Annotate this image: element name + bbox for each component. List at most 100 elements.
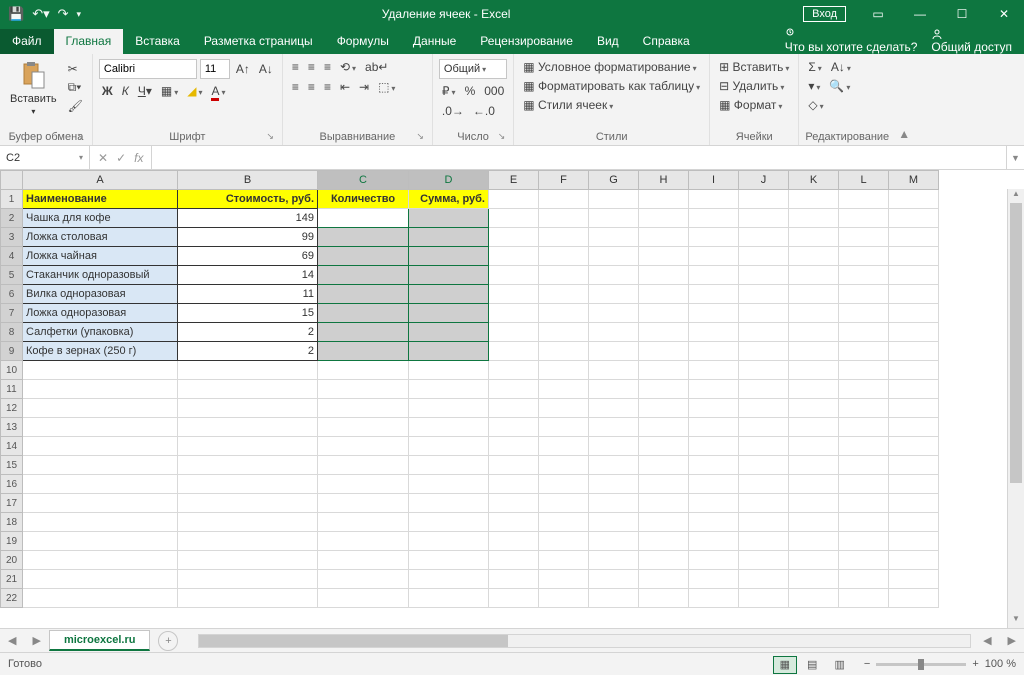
horizontal-scrollbar[interactable] xyxy=(198,634,971,648)
cell[interactable] xyxy=(178,418,318,437)
cell[interactable] xyxy=(689,589,739,608)
cell[interactable] xyxy=(639,399,689,418)
cell[interactable] xyxy=(409,342,489,361)
redo-icon[interactable]: ↷ xyxy=(58,6,69,22)
fx-icon[interactable]: fx xyxy=(134,151,143,165)
cell[interactable] xyxy=(539,190,589,209)
cell[interactable] xyxy=(639,247,689,266)
cell[interactable] xyxy=(889,266,939,285)
cell[interactable] xyxy=(689,475,739,494)
cell[interactable] xyxy=(739,266,789,285)
cell[interactable] xyxy=(789,513,839,532)
cell[interactable] xyxy=(409,532,489,551)
cell[interactable] xyxy=(589,456,639,475)
cell[interactable]: Вилка одноразовая xyxy=(23,285,178,304)
collapse-ribbon-icon[interactable]: ▲ xyxy=(895,54,913,145)
cell[interactable] xyxy=(489,209,539,228)
cell[interactable] xyxy=(23,399,178,418)
cell[interactable] xyxy=(839,418,889,437)
cell[interactable] xyxy=(589,285,639,304)
cell[interactable]: Стаканчик одноразовый xyxy=(23,266,178,285)
ribbon-display-icon[interactable]: ▭ xyxy=(858,0,898,28)
cell[interactable] xyxy=(489,247,539,266)
row-header[interactable]: 17 xyxy=(1,494,23,513)
cell[interactable]: Ложка столовая xyxy=(23,228,178,247)
cell[interactable] xyxy=(589,247,639,266)
sheet-nav-next-icon[interactable]: ▶ xyxy=(24,634,48,647)
row-header[interactable]: 21 xyxy=(1,570,23,589)
cell[interactable] xyxy=(789,551,839,570)
undo-icon[interactable]: ↶▾ xyxy=(32,6,49,22)
align-center-icon[interactable]: ≡ xyxy=(305,79,318,95)
cell[interactable] xyxy=(539,551,589,570)
cell[interactable] xyxy=(689,247,739,266)
row-header[interactable]: 3 xyxy=(1,228,23,247)
cell[interactable] xyxy=(318,342,409,361)
cell[interactable] xyxy=(589,190,639,209)
cell[interactable]: 15 xyxy=(178,304,318,323)
delete-cells-button[interactable]: ⊟ Удалить xyxy=(716,78,787,94)
cell[interactable] xyxy=(489,380,539,399)
cell[interactable] xyxy=(539,209,589,228)
signin-button[interactable]: Вход xyxy=(803,6,846,22)
cell[interactable] xyxy=(789,285,839,304)
row-header[interactable]: 18 xyxy=(1,513,23,532)
cell[interactable] xyxy=(739,361,789,380)
cell[interactable] xyxy=(489,190,539,209)
cell[interactable] xyxy=(889,228,939,247)
cell[interactable] xyxy=(409,304,489,323)
font-name-input[interactable] xyxy=(99,59,197,79)
cell[interactable] xyxy=(889,570,939,589)
cell[interactable] xyxy=(489,475,539,494)
cell[interactable] xyxy=(889,190,939,209)
cell[interactable] xyxy=(839,589,889,608)
cell[interactable] xyxy=(589,266,639,285)
cell[interactable] xyxy=(789,399,839,418)
cell[interactable] xyxy=(689,418,739,437)
cell[interactable] xyxy=(539,494,589,513)
select-all-corner[interactable] xyxy=(1,171,23,190)
cell[interactable] xyxy=(639,190,689,209)
close-icon[interactable]: ✕ xyxy=(984,0,1024,28)
cell[interactable] xyxy=(23,532,178,551)
cell[interactable] xyxy=(739,323,789,342)
align-bottom-icon[interactable]: ≡ xyxy=(321,59,334,75)
cell[interactable] xyxy=(839,228,889,247)
tab-formulas[interactable]: Формулы xyxy=(325,29,401,54)
cell[interactable] xyxy=(689,513,739,532)
cell[interactable] xyxy=(409,228,489,247)
row-header[interactable]: 10 xyxy=(1,361,23,380)
cell[interactable] xyxy=(639,532,689,551)
cell[interactable] xyxy=(318,532,409,551)
cell[interactable] xyxy=(789,247,839,266)
insert-cells-button[interactable]: ⊞ Вставить xyxy=(716,59,792,75)
cell[interactable] xyxy=(739,285,789,304)
cell[interactable] xyxy=(739,456,789,475)
cell[interactable] xyxy=(489,437,539,456)
tab-data[interactable]: Данные xyxy=(401,29,468,54)
cell[interactable]: Кофе в зернах (250 г) xyxy=(23,342,178,361)
align-top-icon[interactable]: ≡ xyxy=(289,59,302,75)
row-header[interactable]: 8 xyxy=(1,323,23,342)
cell[interactable] xyxy=(589,570,639,589)
increase-decimal-icon[interactable]: .0→ xyxy=(439,103,467,119)
cell[interactable] xyxy=(589,418,639,437)
cell[interactable] xyxy=(839,285,889,304)
cell[interactable] xyxy=(689,456,739,475)
cell[interactable] xyxy=(589,361,639,380)
column-header[interactable]: D xyxy=(409,171,489,190)
align-right-icon[interactable]: ≡ xyxy=(321,79,334,95)
cell[interactable] xyxy=(409,209,489,228)
format-cells-button[interactable]: ▦ Формат xyxy=(716,97,785,113)
align-left-icon[interactable]: ≡ xyxy=(289,79,302,95)
cell[interactable] xyxy=(539,570,589,589)
cell[interactable] xyxy=(318,456,409,475)
cell[interactable] xyxy=(789,304,839,323)
column-header[interactable]: K xyxy=(789,171,839,190)
cell[interactable]: Чашка для кофе xyxy=(23,209,178,228)
cell[interactable] xyxy=(318,475,409,494)
cell[interactable] xyxy=(739,570,789,589)
cell[interactable] xyxy=(789,228,839,247)
worksheet-grid[interactable]: ABCDEFGHIJKLM1НаименованиеСтоимость, руб… xyxy=(0,170,1024,629)
row-header[interactable]: 11 xyxy=(1,380,23,399)
